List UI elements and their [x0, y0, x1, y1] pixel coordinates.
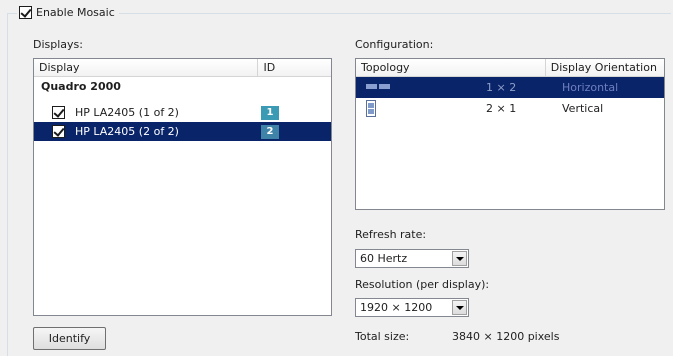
resolution-label: Resolution (per display):	[355, 278, 490, 291]
identify-button[interactable]: Identify	[33, 327, 106, 350]
horizontal-topology-icon	[366, 84, 390, 89]
display-item[interactable]: HP LA2405 (1 of 2) 1	[34, 103, 331, 122]
mosaic-settings-page: Enable Mosaic Displays: Display ID Quadr…	[0, 0, 673, 356]
resolution-select[interactable]: 1920 × 1200	[355, 298, 469, 317]
configuration-list-header: Topology Display Orientation	[356, 59, 664, 77]
topology-value: 1 × 2	[486, 81, 517, 94]
displays-list-header: Display ID	[34, 59, 331, 77]
enable-mosaic-label: Enable Mosaic	[36, 6, 115, 19]
configuration-label: Configuration:	[355, 38, 434, 51]
vertical-topology-icon	[366, 100, 376, 117]
refresh-rate-label: Refresh rate:	[355, 228, 427, 241]
refresh-rate-select[interactable]: 60 Hertz	[355, 249, 469, 268]
chevron-down-icon[interactable]	[452, 300, 467, 315]
configuration-list[interactable]: Topology Display Orientation 1 × 2 Horiz…	[355, 58, 665, 210]
display-item[interactable]: HP LA2405 (2 of 2) 2	[34, 122, 331, 141]
display-id-badge: 1	[261, 106, 279, 120]
total-size-label: Total size:	[355, 330, 410, 343]
chevron-down-icon[interactable]	[452, 251, 467, 266]
display-checkbox[interactable]	[52, 125, 65, 138]
topology-value: 2 × 1	[486, 102, 517, 115]
enable-mosaic-checkbox[interactable]	[19, 6, 32, 19]
orientation-value: Horizontal	[562, 81, 619, 94]
display-id-badge: 2	[261, 125, 279, 139]
column-header-id[interactable]: ID	[258, 59, 331, 77]
resolution-value: 1920 × 1200	[360, 301, 433, 314]
display-name: HP LA2405 (2 of 2)	[75, 125, 179, 138]
display-name: HP LA2405 (1 of 2)	[75, 106, 179, 119]
displays-label: Displays:	[33, 38, 83, 51]
enable-mosaic-row[interactable]: Enable Mosaic	[17, 6, 119, 19]
column-header-display[interactable]: Display	[34, 59, 259, 77]
gpu-group-header: Quadro 2000	[41, 80, 121, 93]
refresh-rate-value: 60 Hertz	[360, 252, 408, 265]
configuration-row[interactable]: 1 × 2 Horizontal	[356, 77, 664, 98]
total-size-value: 3840 × 1200 pixels	[452, 330, 560, 343]
column-header-topology[interactable]: Topology	[356, 59, 546, 77]
orientation-value: Vertical	[562, 102, 604, 115]
configuration-row[interactable]: 2 × 1 Vertical	[356, 98, 664, 119]
display-checkbox[interactable]	[52, 106, 65, 119]
column-header-display-orientation[interactable]: Display Orientation	[546, 59, 664, 77]
displays-list[interactable]: Display ID Quadro 2000 HP LA2405 (1 of 2…	[33, 58, 332, 316]
